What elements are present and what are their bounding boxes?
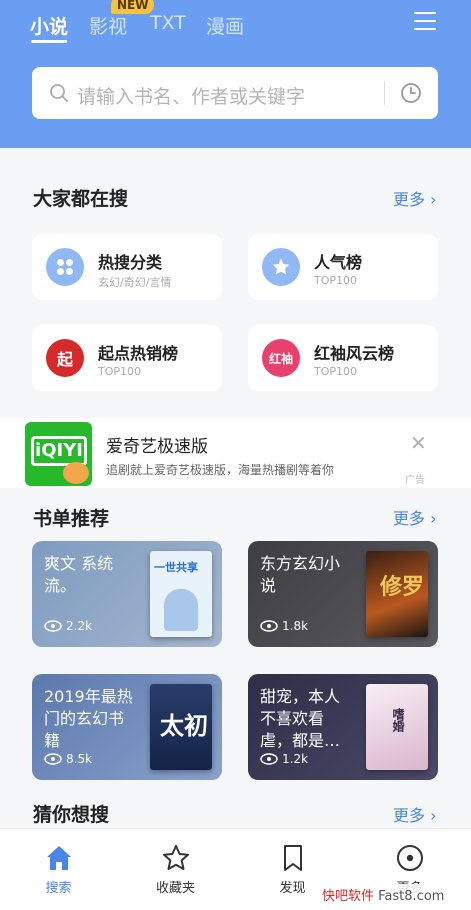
- more-circle-icon: [397, 845, 423, 871]
- qidian-icon: 起: [46, 339, 84, 377]
- more-link-popular[interactable]: 更多 ›: [393, 186, 437, 210]
- eye-icon: [260, 753, 278, 765]
- cover-title: 太初: [160, 712, 208, 740]
- top-header: 小说 影视 NEW TXT 漫画 请输入书名、作者或关键字: [0, 0, 471, 148]
- tab-txt[interactable]: TXT: [150, 12, 186, 34]
- search-icon: [50, 84, 68, 102]
- history-icon[interactable]: [400, 82, 422, 104]
- book-cover: 太初: [150, 684, 212, 770]
- divider: [384, 81, 385, 105]
- cover-title: 嗜婚: [391, 708, 405, 732]
- bookmark-icon: [284, 845, 302, 871]
- card-hot-category[interactable]: 热搜分类 玄幻/奇幻/言情: [32, 234, 222, 300]
- more-link-booklists[interactable]: 更多 ›: [393, 505, 437, 529]
- menu-icon[interactable]: [414, 12, 436, 30]
- views-value: 1.2k: [282, 752, 309, 766]
- eye-icon: [260, 620, 278, 632]
- tab-comic[interactable]: 漫画: [206, 12, 244, 39]
- star-icon: [262, 248, 300, 286]
- card-popularity-rank[interactable]: 人气榜 TOP100: [248, 234, 438, 300]
- eye-icon: [44, 620, 62, 632]
- view-count: 1.2k: [260, 752, 308, 766]
- card-title: 起点热销榜: [98, 344, 179, 363]
- booklist-card[interactable]: 爽文 系统流。 2.2k 一世共享: [32, 541, 222, 647]
- booklist-title: 2019年最热门的玄幻书籍: [44, 687, 133, 750]
- ad-description: 追剧就上爱奇艺极速版，海量热播剧等着你: [106, 463, 335, 477]
- card-subtitle: 玄幻/奇幻/言情: [98, 276, 172, 289]
- card-subtitle: TOP100: [314, 365, 358, 378]
- book-cover: 嗜婚: [366, 684, 428, 770]
- views-value: 2.2k: [66, 619, 93, 633]
- tab-video[interactable]: 影视: [89, 12, 127, 39]
- card-title: 热搜分类: [98, 253, 163, 272]
- booklist-card[interactable]: 东方玄幻小说 1.8k 修罗: [248, 541, 438, 647]
- card-hongxiu-rank[interactable]: 红袖 红袖风云榜 TOP100: [248, 325, 438, 391]
- booklist-title: 甜宠，本人不喜欢看虐，都是…: [260, 687, 341, 750]
- book-cover: 一世共享: [150, 551, 212, 637]
- tab-novel[interactable]: 小说: [30, 12, 68, 39]
- main-content: 大家都在搜 更多 › 热搜分类 玄幻/奇幻/言情 人气榜 TOP100 起 起点…: [0, 148, 471, 828]
- views-value: 8.5k: [66, 752, 93, 766]
- nav-favorites[interactable]: 收藏夹: [117, 829, 234, 910]
- cover-title: 修罗: [380, 575, 425, 600]
- watermark-prefix: 快吧软件: [322, 889, 375, 904]
- star-outline-icon: [163, 845, 189, 870]
- card-title: 人气榜: [314, 253, 363, 272]
- book-cover: 修罗: [366, 551, 428, 637]
- booklist-title: 东方玄幻小说: [260, 554, 341, 595]
- card-subtitle: TOP100: [98, 365, 142, 378]
- card-title: 红袖风云榜: [314, 344, 395, 363]
- active-tab-indicator: [31, 40, 67, 43]
- search-input[interactable]: 请输入书名、作者或关键字: [77, 82, 305, 109]
- watermark: 快吧软件 Fast8.com: [318, 884, 449, 905]
- view-count: 8.5k: [44, 752, 92, 766]
- more-link-guess[interactable]: 更多 ›: [393, 802, 437, 826]
- booklist-card[interactable]: 甜宠，本人不喜欢看虐，都是… 1.2k 嗜婚: [248, 674, 438, 780]
- section-title-popular: 大家都在搜: [33, 188, 129, 210]
- ad-title: 爱奇艺极速版: [106, 437, 208, 457]
- search-bar[interactable]: 请输入书名、作者或关键字: [32, 67, 438, 119]
- home-icon: [47, 846, 71, 870]
- eye-icon: [44, 753, 62, 765]
- watermark-suffix: Fast8.com: [374, 889, 445, 904]
- grid-icon: [46, 248, 84, 286]
- mascot-icon: [63, 462, 89, 484]
- views-value: 1.8k: [282, 619, 309, 633]
- cover-title: 一世共享: [154, 561, 198, 574]
- nav-search[interactable]: 搜索: [0, 829, 117, 910]
- nav-label: 收藏夹: [155, 881, 195, 896]
- nav-label: 搜索: [45, 881, 72, 896]
- hongxiu-icon: 红袖: [262, 339, 300, 377]
- card-subtitle: TOP100: [314, 274, 358, 287]
- view-count: 2.2k: [44, 619, 92, 633]
- new-badge: NEW: [111, 0, 155, 14]
- card-qidian-bestseller[interactable]: 起 起点热销榜 TOP100: [32, 325, 222, 391]
- section-title-booklists: 书单推荐: [33, 508, 110, 530]
- view-count: 1.8k: [260, 619, 308, 633]
- booklist-card[interactable]: 2019年最热门的玄幻书籍 8.5k 太初: [32, 674, 222, 780]
- ad-banner[interactable]: iQIYI 爱奇艺极速版 追剧就上爱奇艺极速版，海量热播剧等着你 ✕ 广告: [0, 418, 471, 488]
- booklist-title: 爽文 系统流。: [44, 554, 114, 595]
- ad-tag: 广告: [405, 475, 425, 486]
- iqiyi-logo: iQIYI: [25, 422, 92, 486]
- section-title-guess: 猜你想搜: [33, 804, 110, 826]
- close-icon[interactable]: ✕: [410, 431, 427, 455]
